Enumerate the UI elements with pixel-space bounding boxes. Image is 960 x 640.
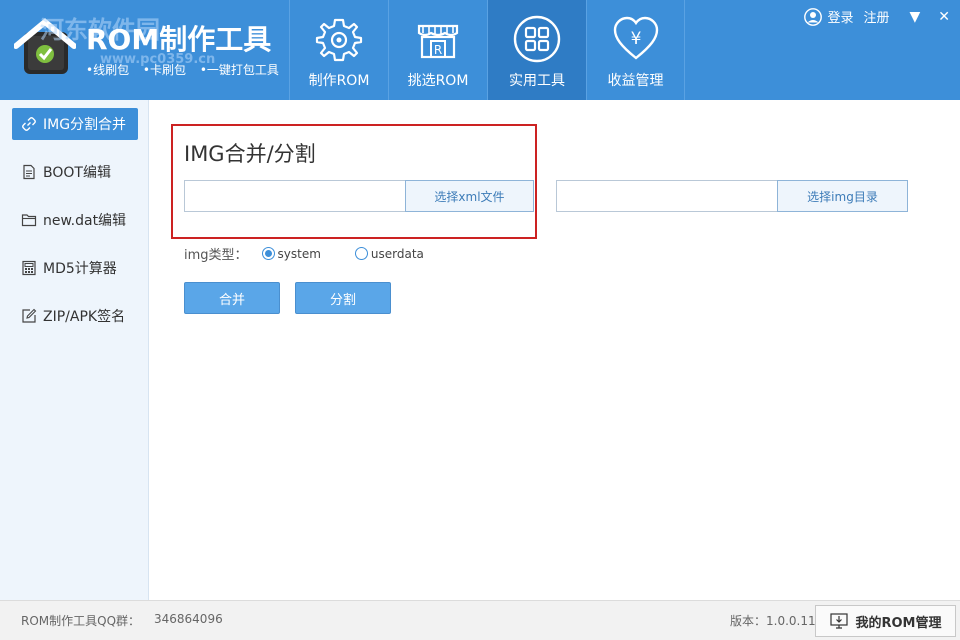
sidebar-item-label: IMG分割合并 [43, 117, 127, 133]
grid-icon [513, 15, 561, 63]
qq-group-number: 346864096 [154, 612, 223, 626]
nav-select-rom[interactable]: R 挑选ROM [388, 0, 487, 100]
user-icon [804, 7, 823, 26]
shop-icon: R [417, 24, 459, 59]
radio-unchecked-icon [354, 247, 368, 260]
img-dir-input[interactable] [557, 181, 777, 211]
radio-label: system [277, 246, 321, 261]
img-type-label: img类型： [184, 248, 248, 263]
qq-group-label: ROM制作工具QQ群： [21, 614, 141, 628]
account-area: 登录 注册 ▼ ✕ [804, 7, 950, 26]
subtitle-item: •线刷包 [86, 63, 130, 77]
app-header: 河东软件园 www.pc0359.cn ROM制作工具 •线刷包 •卡刷包 •一… [0, 0, 960, 100]
nav-label: 实用工具 [509, 73, 565, 89]
radio-userdata[interactable]: userdata [354, 246, 424, 261]
menu-dropdown-icon[interactable]: ▼ [909, 9, 920, 25]
nav-label: 制作ROM [308, 73, 370, 89]
subtitle-item: •一键打包工具 [199, 63, 279, 77]
page-title: IMG合并/分割 [184, 142, 316, 166]
nav-make-rom[interactable]: 制作ROM [289, 0, 388, 100]
sidebar-item-label: ZIP/APK签名 [43, 309, 126, 325]
nav-label: 收益管理 [607, 73, 664, 89]
login-link[interactable]: 登录 [827, 7, 853, 26]
gear-icon [315, 18, 363, 62]
select-img-dir-button[interactable]: 选择img目录 [777, 180, 908, 212]
sidebar-item-img-split-merge[interactable]: IMG分割合并 [12, 108, 138, 140]
xml-path-input[interactable] [185, 181, 405, 211]
sidebar-item-zip-apk-sign[interactable]: ZIP/APK签名 [12, 300, 138, 332]
calculator-icon [22, 260, 36, 276]
radio-checked-icon [261, 247, 275, 260]
monitor-download-icon [829, 613, 848, 629]
radio-system[interactable]: system [261, 246, 321, 261]
nav-tools[interactable]: 实用工具 [487, 0, 586, 100]
sidebar-item-label: BOOT编辑 [43, 165, 111, 181]
merge-button[interactable]: 合并 [184, 282, 280, 314]
svg-text:R: R [434, 43, 442, 57]
nav-label: 挑选ROM [407, 73, 469, 89]
link-icon [22, 117, 36, 131]
close-icon[interactable]: ✕ [938, 9, 950, 25]
sidebar: IMG分割合并 BOOT编辑 new.dat编辑 MD5计算器 ZIP/APK签… [0, 100, 149, 600]
version-text: 版本：1.0.0.11 [730, 614, 816, 628]
xml-path-field [184, 180, 406, 212]
app-subtitle: •线刷包 •卡刷包 •一键打包工具 [86, 61, 289, 78]
split-button[interactable]: 分割 [295, 282, 391, 314]
img-type-row: img类型： system userdata [184, 244, 424, 264]
nav-revenue[interactable]: ¥ 收益管理 [586, 0, 685, 100]
sidebar-item-md5-calculator[interactable]: MD5计算器 [12, 252, 138, 284]
main-nav: 制作ROM R 挑选ROM 实用工具 ¥ 收益管理 [289, 0, 685, 100]
sidebar-item-label: new.dat编辑 [43, 213, 127, 229]
app-title: ROM制作工具 [86, 23, 272, 56]
sidebar-item-label: MD5计算器 [43, 261, 117, 277]
my-rom-manage-button[interactable]: 我的ROM管理 [815, 605, 956, 637]
document-icon [23, 164, 35, 180]
sidebar-item-boot-edit[interactable]: BOOT编辑 [12, 156, 138, 188]
heart-yen-icon: ¥ [613, 16, 658, 60]
status-bar: ROM制作工具QQ群： 346864096 版本：1.0.0.11 我的ROM管… [0, 600, 960, 640]
subtitle-item: •卡刷包 [142, 63, 187, 77]
select-xml-button[interactable]: 选择xml文件 [405, 180, 534, 212]
svg-text:¥: ¥ [630, 29, 641, 49]
edit-icon [22, 308, 37, 323]
sidebar-item-new-dat-edit[interactable]: new.dat编辑 [12, 204, 138, 236]
img-dir-field [556, 180, 778, 212]
my-rom-button-label: 我的ROM管理 [855, 615, 942, 631]
register-link[interactable]: 注册 [863, 7, 889, 26]
radio-label: userdata [370, 246, 424, 261]
folder-icon [21, 214, 37, 227]
